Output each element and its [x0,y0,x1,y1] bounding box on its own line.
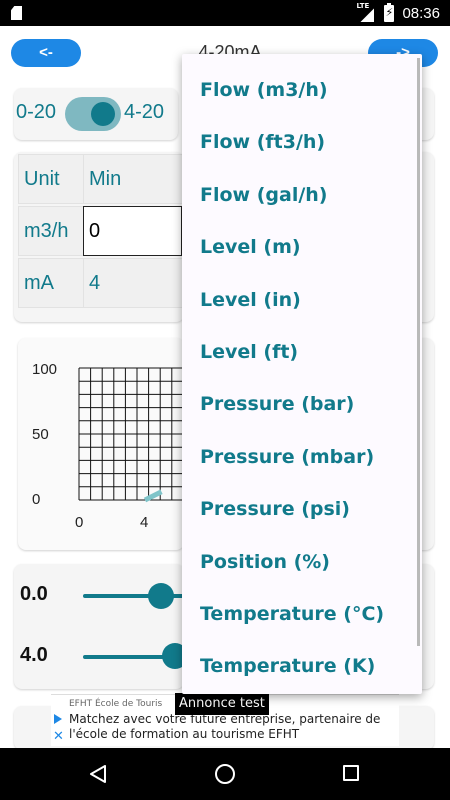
menu-item[interactable]: Level (in) [182,274,422,326]
header-min: Min [83,154,184,204]
system-nav-bar [0,748,450,800]
y-tick-label: 100 [32,361,57,378]
menu-item[interactable]: Flow (gal/h) [182,169,422,221]
mode-0-20-label[interactable]: 0-20 [16,101,56,124]
range-mode-card: 0-20 4-20 [14,88,178,140]
ad-test-badge: Annonce test [175,693,269,715]
series-line [143,489,163,503]
min-value-input[interactable]: 0 [83,206,182,256]
menu-item[interactable]: Position (%) [182,536,422,588]
ma-min-value: 4 [83,258,184,308]
chart-grid [78,367,184,501]
menu-item[interactable]: Level (ft) [182,326,422,378]
ad-play-icon[interactable] [54,714,62,724]
x-tick-label: 4 [140,514,148,531]
unit-selector[interactable]: m3/h [18,206,84,256]
menu-item[interactable]: Flow (m3/h) [182,64,422,116]
lte-signal-icon: LTE [356,2,376,22]
chart-svg: 100 50 0 0 4 [32,361,184,531]
menu-item[interactable]: Temperature (K) [182,640,422,692]
menu-item[interactable]: Pressure (mbar) [182,431,422,483]
signal-bars [360,8,375,22]
menu-item[interactable]: Flow (ft3/h) [182,116,422,168]
status-bar: LTE ⚡ 08:36 [0,0,450,26]
y-tick-label: 50 [32,426,49,443]
nav-home-icon[interactable] [215,764,235,784]
range-mode-switch[interactable] [65,97,121,131]
x-tick-label: 0 [75,514,83,531]
battery-glyph: ⚡ [385,5,394,19]
unit-dropdown-menu: Flow (m3/h) Flow (ft3/h) Flow (gal/h) Level… [182,54,422,694]
menu-item[interactable]: Pressure (bar) [182,378,422,430]
range-table-card: Unit Min m3/h 0 mA 4 [14,152,184,322]
nav-back-icon[interactable] [89,765,107,783]
sliders-card: 0.0 4.0 [14,564,188,689]
menu-item[interactable]: Level (m) [182,221,422,273]
menu-item[interactable]: Pressure (psi) [182,483,422,535]
ad-close-icon[interactable]: ✕ [53,729,64,744]
status-time: 08:36 [402,4,440,22]
slider-2-value: 4.0 [20,644,48,666]
switch-thumb[interactable] [91,102,115,126]
back-button[interactable]: <- [11,39,81,67]
status-icons: LTE ⚡ 08:36 [356,2,440,23]
battery-charging-icon: ⚡ [384,2,395,22]
slider-1-thumb[interactable] [148,583,174,609]
y-tick-label: 0 [32,491,40,508]
sd-card-icon [11,6,22,20]
network-label: LTE [356,2,370,10]
ad-advertiser: EFHT École de Touris [69,699,163,709]
menu-item[interactable]: Temperature (°C) [182,588,422,640]
header-unit: Unit [18,154,84,204]
slider-1-value: 0.0 [20,583,48,605]
nav-recents-icon[interactable] [343,765,359,781]
ad-body-text[interactable]: Matchez avec votre future entreprise, pa… [69,712,399,742]
ma-unit-label: mA [18,258,84,308]
conversion-chart: 100 50 0 0 4 [18,338,184,550]
mode-4-20-label[interactable]: 4-20 [124,101,164,124]
